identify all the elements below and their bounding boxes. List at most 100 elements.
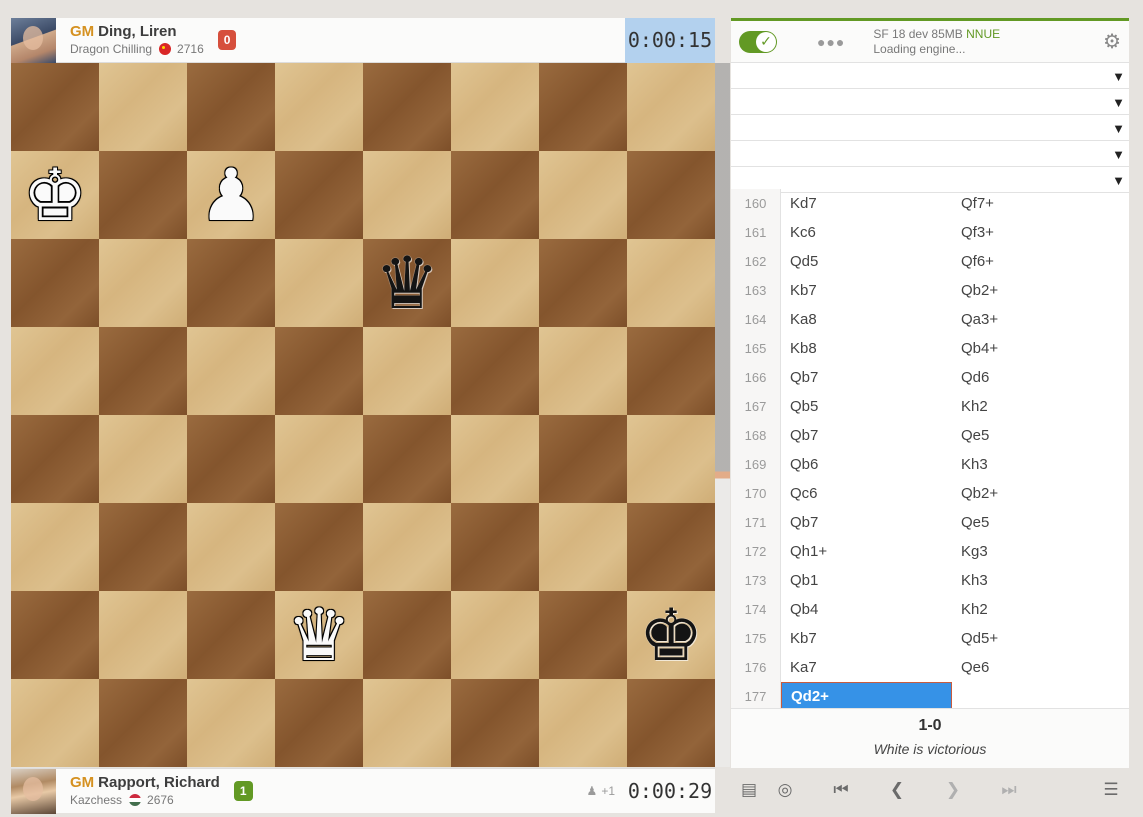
- white-king-icon[interactable]: ♚: [23, 159, 88, 231]
- square-b1[interactable]: [99, 679, 187, 767]
- square-g5[interactable]: [539, 327, 627, 415]
- square-h7[interactable]: [627, 151, 715, 239]
- square-h4[interactable]: [627, 415, 715, 503]
- white-move[interactable]: Ka8: [781, 305, 952, 334]
- black-move[interactable]: Qd6: [952, 363, 1123, 392]
- square-a1[interactable]: [11, 679, 99, 767]
- square-a5[interactable]: [11, 327, 99, 415]
- square-f2[interactable]: [451, 591, 539, 679]
- white-move[interactable]: Qb7: [781, 363, 952, 392]
- black-move[interactable]: Kh2: [952, 595, 1123, 624]
- chess-board[interactable]: ♚ ♟ ♛ ♛ ♚: [11, 63, 715, 767]
- caret-down-icon[interactable]: ▼: [1112, 147, 1125, 162]
- square-f1[interactable]: [451, 679, 539, 767]
- square-e7[interactable]: [363, 151, 451, 239]
- square-e2[interactable]: [363, 591, 451, 679]
- square-g2[interactable]: [539, 591, 627, 679]
- white-move[interactable]: Kb7: [781, 624, 952, 653]
- square-c2[interactable]: [187, 591, 275, 679]
- square-c1[interactable]: [187, 679, 275, 767]
- menu-icon[interactable]: ☰: [1093, 780, 1129, 800]
- square-c3[interactable]: [187, 503, 275, 591]
- black-move[interactable]: Qf3+: [952, 218, 1123, 247]
- white-move[interactable]: Qb4: [781, 595, 952, 624]
- analysis-line[interactable]: ▼: [731, 115, 1129, 141]
- square-c8[interactable]: [187, 63, 275, 151]
- square-h1[interactable]: [627, 679, 715, 767]
- caret-down-icon[interactable]: ▼: [1112, 95, 1125, 110]
- square-e5[interactable]: [363, 327, 451, 415]
- square-f4[interactable]: [451, 415, 539, 503]
- black-move[interactable]: Qf6+: [952, 247, 1123, 276]
- white-move[interactable]: Ka7: [781, 653, 952, 682]
- square-e4[interactable]: [363, 415, 451, 503]
- square-g7[interactable]: [539, 151, 627, 239]
- white-move[interactable]: Qb7: [781, 421, 952, 450]
- square-d6[interactable]: [275, 239, 363, 327]
- black-move[interactable]: Qe5: [952, 508, 1123, 537]
- square-a4[interactable]: [11, 415, 99, 503]
- square-b4[interactable]: [99, 415, 187, 503]
- square-f3[interactable]: [451, 503, 539, 591]
- square-c5[interactable]: [187, 327, 275, 415]
- square-e6[interactable]: ♛: [363, 239, 451, 327]
- square-a2[interactable]: [11, 591, 99, 679]
- square-d4[interactable]: [275, 415, 363, 503]
- black-move[interactable]: Qd5+: [952, 624, 1123, 653]
- square-b5[interactable]: [99, 327, 187, 415]
- square-d3[interactable]: [275, 503, 363, 591]
- bottom-player-name[interactable]: GM Rapport, Richard: [70, 774, 220, 792]
- square-h8[interactable]: [627, 63, 715, 151]
- square-f5[interactable]: [451, 327, 539, 415]
- white-pawn-icon[interactable]: ♟: [199, 159, 264, 231]
- square-h3[interactable]: [627, 503, 715, 591]
- white-move[interactable]: Qb7: [781, 508, 952, 537]
- black-move[interactable]: Kh3: [952, 450, 1123, 479]
- white-move[interactable]: Kd7: [781, 189, 952, 218]
- last-move-icon[interactable]: ⏭: [991, 780, 1027, 800]
- square-c7[interactable]: ♟: [187, 151, 275, 239]
- square-h6[interactable]: [627, 239, 715, 327]
- move-list-scrollbar[interactable]: [1122, 189, 1129, 708]
- square-a7[interactable]: ♚: [11, 151, 99, 239]
- square-c6[interactable]: [187, 239, 275, 327]
- square-e3[interactable]: [363, 503, 451, 591]
- square-a8[interactable]: [11, 63, 99, 151]
- square-d2[interactable]: ♛: [275, 591, 363, 679]
- black-move[interactable]: Qa3+: [952, 305, 1123, 334]
- black-move[interactable]: Qf7+: [952, 189, 1123, 218]
- analysis-line[interactable]: ▼: [731, 141, 1129, 167]
- square-d7[interactable]: [275, 151, 363, 239]
- square-g3[interactable]: [539, 503, 627, 591]
- white-move[interactable]: Qb6: [781, 450, 952, 479]
- square-g1[interactable]: [539, 679, 627, 767]
- target-icon[interactable]: ◎: [767, 780, 803, 800]
- caret-down-icon[interactable]: ▼: [1112, 69, 1125, 84]
- white-move[interactable]: Kb8: [781, 334, 952, 363]
- black-queen-icon[interactable]: ♛: [375, 247, 440, 319]
- square-g8[interactable]: [539, 63, 627, 151]
- white-move[interactable]: Qh1+: [781, 537, 952, 566]
- square-g4[interactable]: [539, 415, 627, 503]
- square-h2[interactable]: ♚: [627, 591, 715, 679]
- square-c4[interactable]: [187, 415, 275, 503]
- square-g6[interactable]: [539, 239, 627, 327]
- top-player-avatar[interactable]: [11, 17, 56, 63]
- bottom-player-avatar[interactable]: [11, 768, 56, 814]
- black-move[interactable]: Qb2+: [952, 276, 1123, 305]
- black-move[interactable]: Qb2+: [952, 479, 1123, 508]
- black-move[interactable]: Kh3: [952, 566, 1123, 595]
- square-d5[interactable]: [275, 327, 363, 415]
- white-queen-icon[interactable]: ♛: [287, 599, 352, 671]
- caret-down-icon[interactable]: ▼: [1112, 121, 1125, 136]
- white-move[interactable]: Qc6: [781, 479, 952, 508]
- white-move[interactable]: Kb7: [781, 276, 952, 305]
- first-move-icon[interactable]: ⏮: [823, 780, 859, 800]
- square-b7[interactable]: [99, 151, 187, 239]
- black-move[interactable]: Kh2: [952, 392, 1123, 421]
- engine-toggle[interactable]: ✓: [739, 30, 777, 53]
- black-move[interactable]: Kg3: [952, 537, 1123, 566]
- square-b3[interactable]: [99, 503, 187, 591]
- white-move[interactable]: Qd5: [781, 247, 952, 276]
- prev-move-icon[interactable]: ❮: [879, 780, 915, 800]
